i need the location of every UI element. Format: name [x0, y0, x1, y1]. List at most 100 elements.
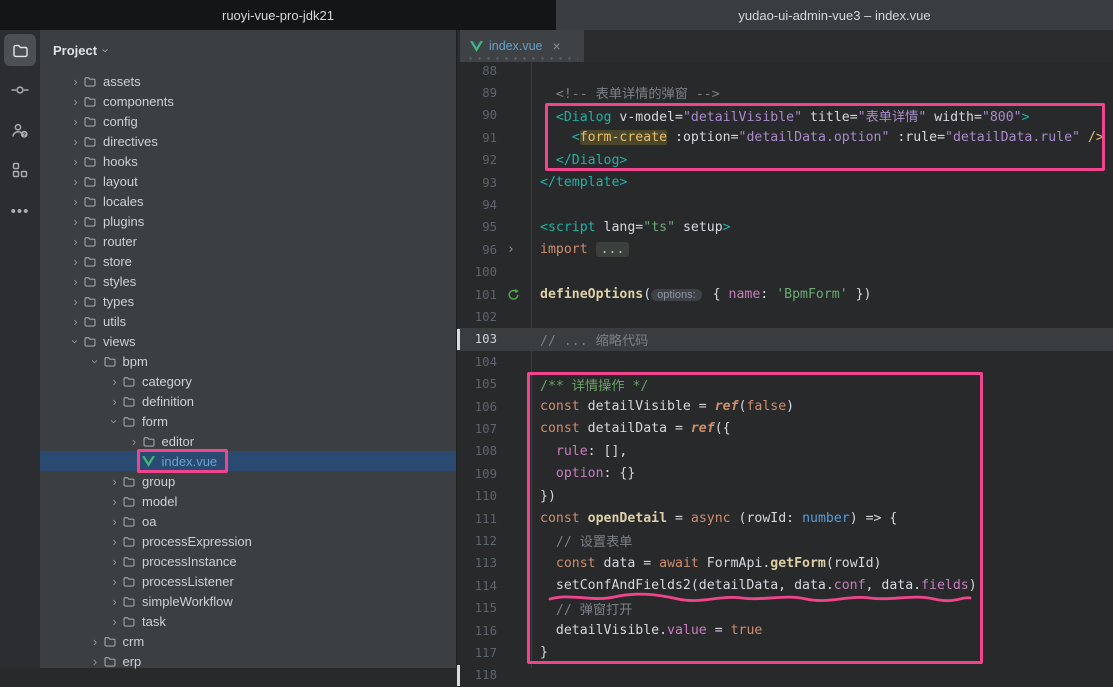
tree-item-router[interactable]: ›router [40, 231, 456, 251]
line-number[interactable]: 96 [457, 243, 503, 257]
tree-item-processExpression[interactable]: ›processExpression [40, 531, 456, 551]
code-line-94[interactable]: 94 [457, 194, 1113, 216]
line-number[interactable]: 90 [457, 108, 503, 122]
chevron-right-icon[interactable]: › [107, 534, 122, 549]
line-number[interactable]: 115 [457, 601, 503, 615]
code-line-101[interactable]: 101defineOptions(options: { name: 'BpmFo… [457, 283, 1113, 305]
line-number[interactable]: 102 [457, 310, 503, 324]
code-line-100[interactable]: 100 [457, 261, 1113, 283]
code-line-107[interactable]: 107const detailData = ref({ [457, 418, 1113, 440]
chevron-right-icon[interactable]: › [88, 354, 103, 369]
pull-requests-tool-button[interactable]: ? [4, 114, 36, 146]
chevron-right-icon[interactable]: › [107, 394, 122, 409]
code-line-91[interactable]: 91 <form-create :option="detailData.opti… [457, 127, 1113, 149]
code-line-113[interactable]: 113 const data = await FormApi.getForm(r… [457, 552, 1113, 574]
tree-item-hooks[interactable]: ›hooks [40, 151, 456, 171]
tree-item-oa[interactable]: ›oa [40, 511, 456, 531]
tree-item-types[interactable]: ›types [40, 291, 456, 311]
editor[interactable]: 88 89 <!-- 表单详情的弹窗 -->90 <Dialog v-model=… [456, 30, 1113, 668]
chevron-right-icon[interactable]: › [68, 114, 83, 129]
commit-tool-button[interactable] [4, 74, 36, 106]
code-line-90[interactable]: 90 <Dialog v-model="detailVisible" title… [457, 104, 1113, 126]
chevron-right-icon[interactable]: › [68, 274, 83, 289]
tree-item-crm[interactable]: ›crm [40, 631, 456, 651]
chevron-right-icon[interactable]: › [127, 434, 142, 449]
editor-tab-index-vue[interactable]: index.vue × [460, 30, 584, 62]
chevron-right-icon[interactable]: › [107, 514, 122, 529]
chevron-right-icon[interactable]: › [68, 334, 83, 349]
line-number[interactable]: 118 [457, 668, 503, 682]
tree-item-bpm[interactable]: ›bpm [40, 351, 456, 371]
line-number[interactable]: 89 [457, 86, 503, 100]
line-number[interactable]: 92 [457, 153, 503, 167]
tree-item-index-vue[interactable]: index.vue [40, 451, 456, 471]
chevron-right-icon[interactable]: › [68, 254, 83, 269]
line-number[interactable]: 101 [457, 288, 503, 302]
code-line-102[interactable]: 102 [457, 306, 1113, 328]
chevron-right-icon[interactable]: › [107, 494, 122, 509]
tree-item-form[interactable]: ›form [40, 411, 456, 431]
line-number[interactable]: 105 [457, 377, 503, 391]
tree-item-group[interactable]: ›group [40, 471, 456, 491]
fold-chevron-icon[interactable]: › [503, 242, 531, 257]
chevron-right-icon[interactable]: › [68, 74, 83, 89]
tree-item-assets[interactable]: ›assets [40, 71, 456, 91]
chevron-right-icon[interactable]: › [68, 134, 83, 149]
tree-item-model[interactable]: ›model [40, 491, 456, 511]
chevron-right-icon[interactable]: › [68, 154, 83, 169]
tree-item-definition[interactable]: ›definition [40, 391, 456, 411]
tree-item-directives[interactable]: ›directives [40, 131, 456, 151]
chevron-right-icon[interactable]: › [68, 234, 83, 249]
code-line-96[interactable]: 96›import ... [457, 239, 1113, 261]
code-line-88[interactable]: 88 [457, 59, 1113, 81]
close-icon[interactable]: × [553, 39, 561, 53]
code-line-106[interactable]: 106const detailVisible = ref(false) [457, 395, 1113, 417]
chevron-right-icon[interactable]: › [107, 614, 122, 629]
line-number[interactable]: 113 [457, 556, 503, 570]
code-line-114[interactable]: 114 setConfAndFields2(detailData, data.c… [457, 575, 1113, 597]
line-number[interactable]: 100 [457, 265, 503, 279]
rerun-gutter-icon[interactable] [503, 288, 531, 301]
line-number[interactable]: 88 [457, 64, 503, 78]
chevron-right-icon[interactable]: › [68, 174, 83, 189]
tree-item-views[interactable]: ›views [40, 331, 456, 351]
project-tool-button[interactable] [4, 34, 36, 66]
code-line-115[interactable]: 115 // 弹窗打开 [457, 597, 1113, 619]
chevron-right-icon[interactable]: › [107, 374, 122, 389]
folded-code-chip[interactable]: ... [596, 242, 630, 257]
tree-item-erp[interactable]: ›erp [40, 651, 456, 671]
line-number[interactable]: 95 [457, 220, 503, 234]
code-line-104[interactable]: 104 [457, 351, 1113, 373]
code-line-109[interactable]: 109 option: {} [457, 463, 1113, 485]
code-line-105[interactable]: 105/** 详情操作 */ [457, 373, 1113, 395]
code-line-110[interactable]: 110}) [457, 485, 1113, 507]
line-number[interactable]: 112 [457, 534, 503, 548]
tree-item-simpleWorkflow[interactable]: ›simpleWorkflow [40, 591, 456, 611]
chevron-right-icon[interactable]: › [88, 654, 103, 669]
structure-tool-button[interactable] [4, 154, 36, 186]
chevron-right-icon[interactable]: › [88, 634, 103, 649]
code-line-93[interactable]: 93</template> [457, 171, 1113, 193]
line-number[interactable]: 107 [457, 422, 503, 436]
code-line-95[interactable]: 95<script lang="ts" setup> [457, 216, 1113, 238]
chevron-right-icon[interactable]: › [68, 214, 83, 229]
chevron-right-icon[interactable]: › [107, 574, 122, 589]
line-number[interactable]: 91 [457, 131, 503, 145]
chevron-right-icon[interactable]: › [107, 414, 122, 429]
code-line-103[interactable]: 103// ... 缩略代码 [457, 328, 1113, 350]
code-line-116[interactable]: 116 detailVisible.value = true [457, 619, 1113, 641]
line-number[interactable]: 104 [457, 355, 503, 369]
tree-item-processListener[interactable]: ›processListener [40, 571, 456, 591]
chevron-right-icon[interactable]: › [68, 94, 83, 109]
code-line-92[interactable]: 92 </Dialog> [457, 149, 1113, 171]
chevron-right-icon[interactable]: › [68, 194, 83, 209]
code-line-111[interactable]: 111const openDetail = async (rowId: numb… [457, 507, 1113, 529]
line-number[interactable]: 103 [457, 332, 503, 346]
line-number[interactable]: 93 [457, 176, 503, 190]
code-line-89[interactable]: 89 <!-- 表单详情的弹窗 --> [457, 82, 1113, 104]
line-number[interactable]: 110 [457, 489, 503, 503]
tree-item-category[interactable]: ›category [40, 371, 456, 391]
line-number[interactable]: 116 [457, 624, 503, 638]
tree-item-editor[interactable]: ›editor [40, 431, 456, 451]
tree-item-utils[interactable]: ›utils [40, 311, 456, 331]
